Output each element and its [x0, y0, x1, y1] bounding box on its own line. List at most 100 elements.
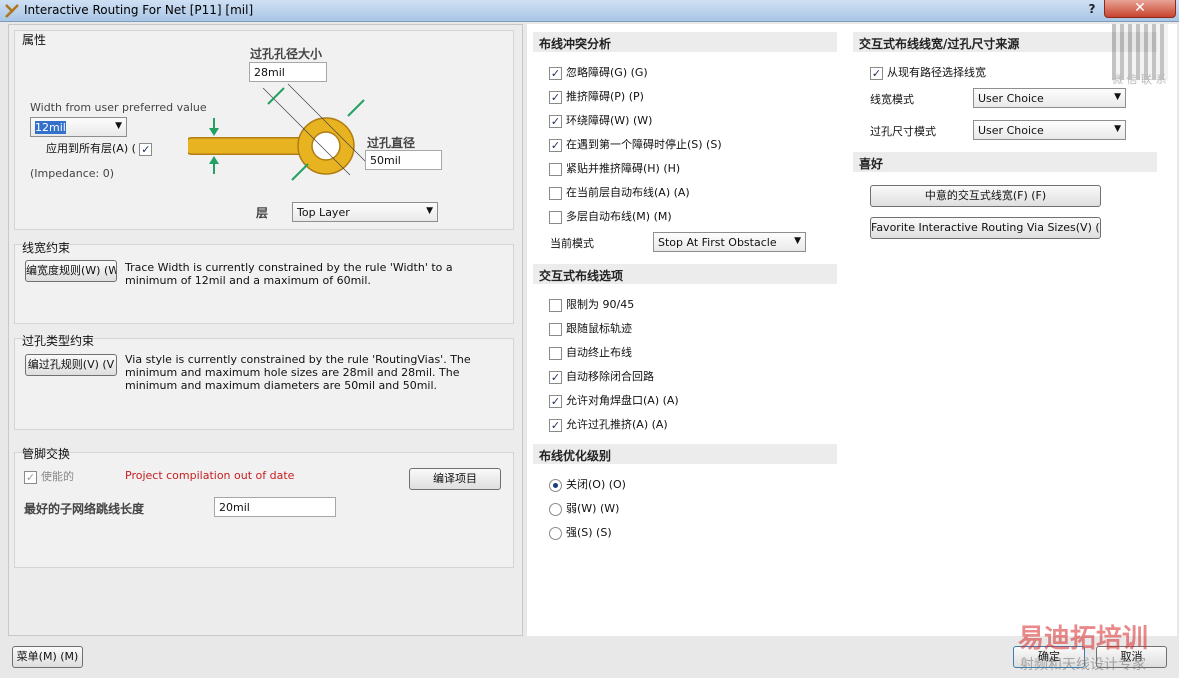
routing-option-item[interactable]: 自动终止布线: [549, 344, 632, 362]
routing-option-label: 跟随鼠标轨迹: [566, 322, 632, 335]
conflict-option-checkbox[interactable]: ✓: [549, 66, 562, 80]
conflict-option-item[interactable]: ✓ 环绕障碍(W) (W): [549, 112, 652, 130]
subnet-jumper-label: 最好的子网络跳线长度: [24, 502, 145, 516]
width-mode-value: User Choice: [978, 92, 1044, 105]
optimization-option-radio[interactable]: [549, 502, 562, 516]
routing-option-checkbox[interactable]: [549, 298, 562, 312]
routing-option-label: 允许对角焊盘口(A) (A): [566, 394, 679, 407]
routing-option-checkbox[interactable]: ✓: [549, 418, 562, 432]
conflict-option-item[interactable]: ✓ 推挤障碍(P) (P): [549, 88, 644, 106]
routing-option-item[interactable]: ✓ 允许过孔推挤(A) (A): [549, 416, 668, 434]
optimization-option-radio[interactable]: [549, 526, 562, 540]
subnet-jumper-input[interactable]: 20mil: [214, 497, 336, 517]
routing-option-label: 允许过孔推挤(A) (A): [566, 418, 668, 431]
conflict-option-item[interactable]: ✓ 在遇到第一个障碍时停止(S) (S): [549, 136, 722, 154]
conflict-mode-value: Stop At First Obstacle: [658, 236, 777, 249]
via-diameter-label: 过孔直径: [367, 136, 416, 150]
conflict-option-checkbox[interactable]: ✓: [549, 114, 562, 128]
width-select[interactable]: 12mil ▼: [30, 117, 127, 137]
favorite-width-button[interactable]: 中意的交互式线宽(F) (F): [870, 185, 1101, 207]
optimization-option-label: 关闭(O) (O): [566, 478, 626, 491]
optimization-option-radio[interactable]: [549, 478, 562, 492]
routing-option-checkbox[interactable]: ✓: [549, 370, 562, 384]
routing-option-checkbox[interactable]: ✓: [549, 394, 562, 408]
layer-select[interactable]: Top Layer ▼: [292, 202, 438, 222]
optimization-option-item[interactable]: 关闭(O) (O): [549, 476, 626, 494]
conflict-option-checkbox[interactable]: ✓: [549, 138, 562, 152]
apply-all-layers-row[interactable]: 应用到所有层(A) ( ✓: [46, 140, 156, 158]
pick-existing-width-row[interactable]: ✓ 从现有路径选择线宽: [870, 64, 986, 82]
routing-options-header: 交互式布线选项: [533, 264, 837, 284]
pin-swap-enabled-label: 使能的: [41, 470, 74, 483]
via-hole-size-label: 过孔孔径大小: [250, 47, 323, 61]
conflict-option-checkbox[interactable]: [549, 186, 562, 200]
via-mode-label: 过孔尺寸模式: [870, 125, 936, 138]
routing-option-item[interactable]: ✓ 自动移除闭合回路: [549, 368, 654, 386]
optimization-option-label: 弱(W) (W): [566, 502, 620, 515]
conflict-option-label: 忽略障碍(G) (G): [566, 66, 648, 79]
optimization-option-item[interactable]: 强(S) (S): [549, 524, 612, 542]
routing-option-item[interactable]: 限制为 90/45: [549, 296, 634, 314]
conflict-option-item[interactable]: 多层自动布线(M) (M): [549, 208, 672, 226]
width-constraint-text: Trace Width is currently constrained by …: [125, 261, 453, 287]
routing-option-checkbox[interactable]: [549, 346, 562, 360]
via-diameter-input[interactable]: 50mil: [365, 150, 442, 170]
conflict-option-label: 紧贴并推挤障碍(H) (H): [566, 162, 681, 175]
routing-option-label: 自动终止布线: [566, 346, 632, 359]
conflict-option-checkbox[interactable]: ✓: [549, 90, 562, 104]
pin-swap-enabled-row[interactable]: ✓ 使能的: [24, 468, 74, 486]
conflict-option-item[interactable]: 在当前层自动布线(A) (A): [549, 184, 690, 202]
via-mode-value: User Choice: [978, 124, 1044, 137]
pick-existing-width-label: 从现有路径选择线宽: [887, 66, 986, 79]
bottom-bar: [0, 638, 1179, 678]
favorites-header: 喜好: [853, 152, 1157, 172]
conflict-option-label: 在当前层自动布线(A) (A): [566, 186, 690, 199]
close-button[interactable]: ✕: [1104, 0, 1176, 18]
conflict-option-label: 在遇到第一个障碍时停止(S) (S): [566, 138, 722, 151]
favorite-via-sizes-button[interactable]: Favorite Interactive Routing Via Sizes(V…: [870, 217, 1101, 239]
edit-via-rule-button[interactable]: 编过孔规则(V) (V: [25, 354, 117, 376]
help-button[interactable]: ?: [1082, 0, 1102, 18]
conflict-option-item[interactable]: 紧贴并推挤障碍(H) (H): [549, 160, 680, 178]
optimization-option-item[interactable]: 弱(W) (W): [549, 500, 619, 518]
width-mode-select[interactable]: User Choice ▼: [973, 88, 1126, 108]
width-constraint-title: 线宽约束: [22, 241, 71, 255]
menu-button[interactable]: 菜单(M) (M): [12, 646, 83, 668]
pin-swap-enabled-checkbox[interactable]: ✓: [24, 470, 37, 484]
edit-width-rule-button[interactable]: 编宽度规则(W) (W: [25, 260, 117, 282]
pick-existing-width-checkbox[interactable]: ✓: [870, 66, 883, 80]
via-mode-select[interactable]: User Choice ▼: [973, 120, 1126, 140]
layer-value: Top Layer: [297, 206, 350, 219]
chevron-down-icon: ▼: [426, 206, 433, 216]
width-mode-label: 线宽模式: [870, 93, 914, 106]
routing-option-label: 限制为 90/45: [566, 298, 635, 311]
contact-watermark: 微 信 联 系: [1112, 73, 1167, 86]
optimization-header: 布线优化级别: [533, 444, 837, 464]
conflict-mode-select[interactable]: Stop At First Obstacle ▼: [653, 232, 806, 252]
apply-all-layers-checkbox[interactable]: ✓: [139, 142, 153, 156]
routing-option-label: 自动移除闭合回路: [566, 370, 654, 383]
chevron-down-icon: ▼: [794, 236, 801, 246]
compile-warning: Project compilation out of date: [125, 469, 295, 482]
width-value: 12mil: [35, 121, 66, 134]
tagline-watermark: 射频和天线设计专家: [1020, 657, 1146, 673]
properties-title: 属性: [22, 33, 47, 47]
chevron-down-icon: ▼: [1114, 124, 1121, 134]
pin-swap-title: 管脚交换: [22, 447, 71, 461]
conflict-option-checkbox[interactable]: [549, 162, 562, 176]
impedance-label: (Impedance: 0): [30, 167, 115, 180]
conflict-mode-label: 当前模式: [550, 237, 594, 250]
routing-option-item[interactable]: 跟随鼠标轨迹: [549, 320, 632, 338]
conflict-option-label: 推挤障碍(P) (P): [566, 90, 644, 103]
via-constraint-title: 过孔类型约束: [22, 334, 95, 348]
conflict-option-checkbox[interactable]: [549, 210, 562, 224]
routing-option-checkbox[interactable]: [549, 322, 562, 336]
layer-label: 层: [256, 206, 269, 220]
via-hole-size-input[interactable]: 28mil: [249, 62, 327, 82]
compile-project-button[interactable]: 编译项目: [409, 468, 501, 490]
chevron-down-icon: ▼: [1114, 92, 1121, 102]
routing-option-item[interactable]: ✓ 允许对角焊盘口(A) (A): [549, 392, 679, 410]
conflict-option-label: 环绕障碍(W) (W): [566, 114, 653, 127]
window-title: Interactive Routing For Net [P11] [mil]: [24, 3, 254, 17]
conflict-option-item[interactable]: ✓ 忽略障碍(G) (G): [549, 64, 648, 82]
